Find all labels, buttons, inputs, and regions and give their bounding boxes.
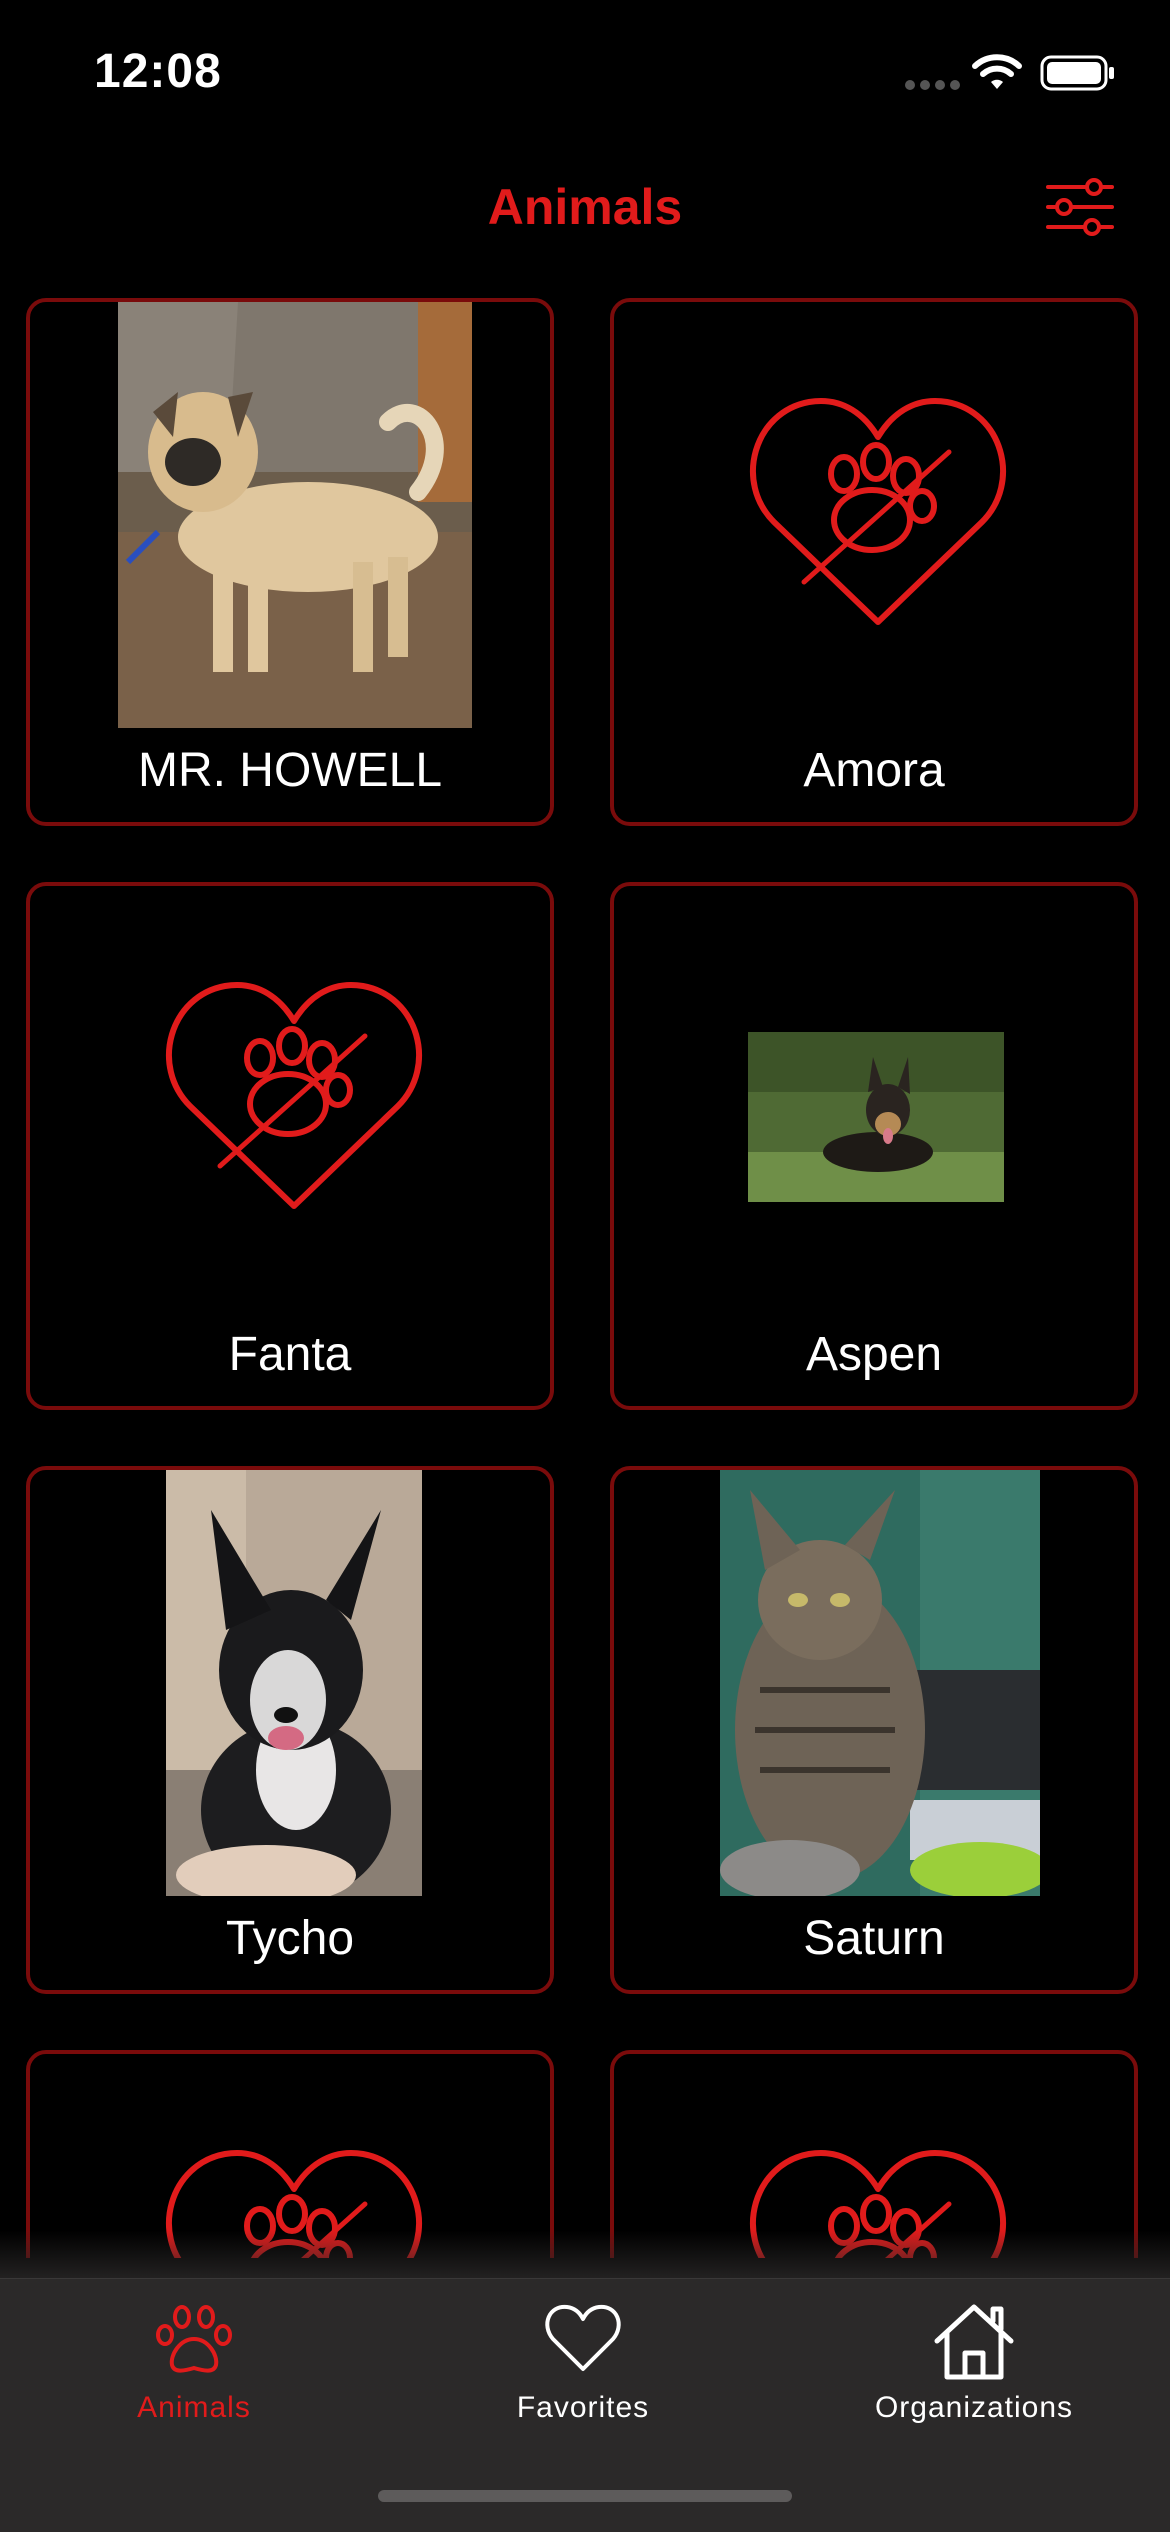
animal-grid[interactable]: MR. HOWELL Amora Fanta Aspen Tycho Satur… — [0, 290, 1170, 2258]
heart-paw-icon — [165, 981, 423, 1209]
tan-dog-photo — [118, 302, 472, 728]
tab-animals[interactable]: Animals — [44, 2279, 344, 2429]
filter-button[interactable] — [1040, 175, 1120, 239]
sliders-icon — [1046, 178, 1114, 236]
animal-name: Aspen — [805, 1328, 943, 1381]
animal-card[interactable]: Tycho — [26, 1466, 554, 1994]
home-indicator — [378, 2490, 792, 2502]
animal-card[interactable]: Aspen — [610, 882, 1138, 1410]
animal-name: MR. HOWELL — [137, 744, 443, 797]
animal-card[interactable] — [26, 2050, 554, 2258]
animal-name: Amora — [803, 744, 945, 797]
house-icon — [934, 2304, 1014, 2380]
german-shepherd-photo — [748, 1032, 1004, 1202]
tab-label: Organizations — [874, 2391, 1074, 2424]
black-white-dog-photo — [166, 1470, 422, 1896]
heart-icon — [545, 2304, 621, 2371]
wifi-icon — [972, 54, 1022, 89]
page-title: Animals — [487, 179, 683, 235]
paw-icon — [156, 2305, 232, 2373]
status-bar: 12:08 — [0, 0, 1170, 140]
animal-name: Tycho — [225, 1912, 355, 1965]
tab-label: Favorites — [516, 2391, 650, 2424]
battery-icon — [1040, 55, 1114, 91]
animal-card[interactable]: MR. HOWELL — [26, 298, 554, 826]
animal-card[interactable]: Fanta — [26, 882, 554, 1410]
animal-card[interactable]: Amora — [610, 298, 1138, 826]
scroll-fade — [0, 2230, 1170, 2280]
tabby-cat-photo — [720, 1470, 1040, 1896]
status-time: 12:08 — [94, 45, 222, 98]
animal-name: Saturn — [803, 1912, 945, 1965]
heart-paw-icon — [749, 397, 1007, 625]
animals-screen: 12:08 Animals MR. HOWELL Amora Fanta Asp… — [0, 0, 1170, 2532]
tab-label: Animals — [137, 2391, 251, 2424]
animal-card[interactable]: Saturn — [610, 1466, 1138, 1994]
tab-organizations[interactable]: Organizations — [824, 2279, 1124, 2429]
animal-name: Fanta — [228, 1328, 352, 1381]
tab-favorites[interactable]: Favorites — [433, 2279, 733, 2429]
cellular-signal-icon — [905, 80, 961, 92]
animal-card[interactable] — [610, 2050, 1138, 2258]
